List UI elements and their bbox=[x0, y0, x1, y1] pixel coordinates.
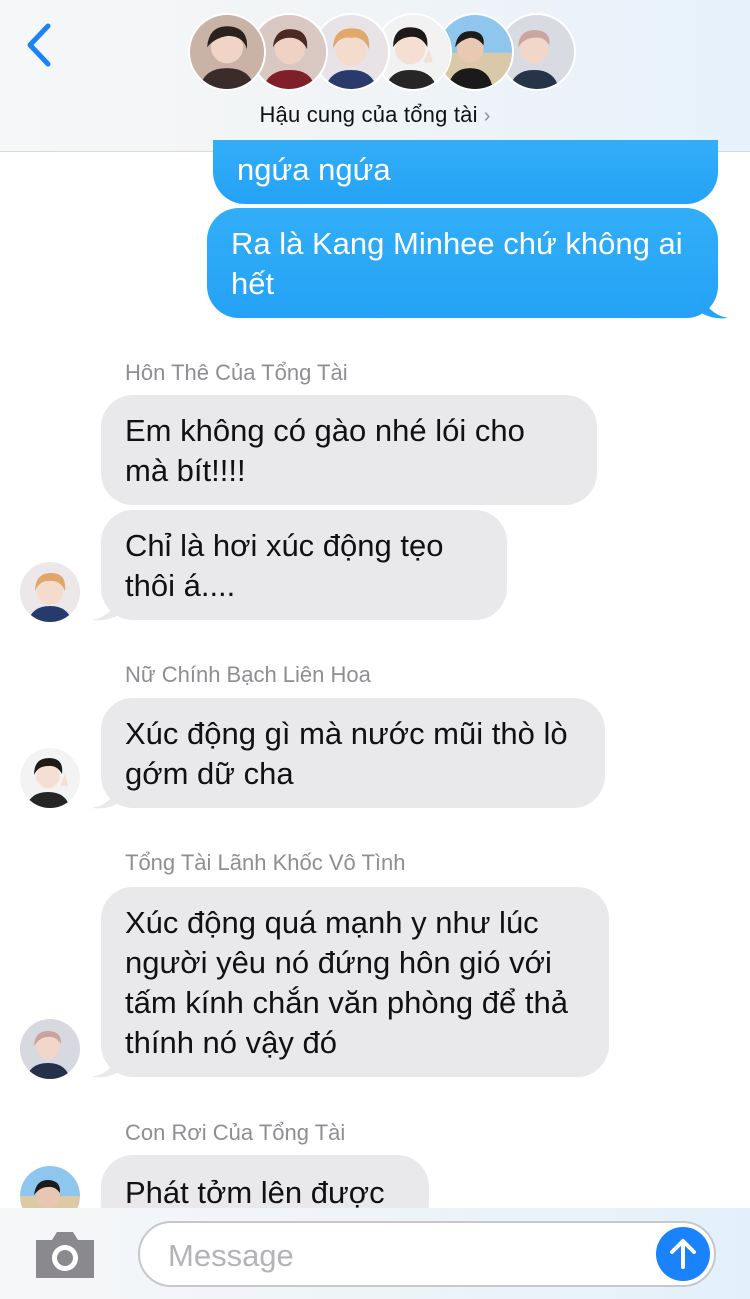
message-text: Xúc động gì mà nước mũi thò lò gớm dữ ch… bbox=[125, 716, 568, 791]
sender-name: Nữ Chính Bạch Liên Hoa bbox=[125, 662, 371, 687]
chevron-left-icon bbox=[27, 23, 51, 67]
message-bubble-incoming[interactable]: Em không có gào nhé lói cho mà bít!!!! bbox=[101, 395, 597, 505]
composer-bar: Message bbox=[0, 1208, 750, 1299]
sender-name: Tổng Tài Lãnh Khốc Vô Tình bbox=[125, 850, 406, 875]
message-text: Xúc động quá mạnh y như lúc người yêu nó… bbox=[125, 905, 568, 1060]
group-name[interactable]: Hậu cung của tổng tài › bbox=[0, 102, 750, 128]
message-input-placeholder: Message bbox=[168, 1238, 294, 1273]
back-button[interactable] bbox=[18, 20, 58, 70]
message-text: Ra là Kang Minhee chứ không ai hết bbox=[231, 226, 683, 301]
message-input[interactable]: Message bbox=[138, 1221, 716, 1287]
conversation-header: Hậu cung của tổng tài › bbox=[0, 0, 750, 152]
message-text: Chỉ là hơi xúc động tẹo thôi á.... bbox=[125, 528, 444, 603]
message-text: Em không có gào nhé lói cho mà bít!!!! bbox=[125, 413, 525, 488]
sender-avatar[interactable] bbox=[20, 562, 80, 622]
bubble-tail bbox=[92, 592, 120, 621]
send-button[interactable] bbox=[656, 1227, 710, 1281]
sender-avatar[interactable] bbox=[20, 748, 80, 808]
bubble-tail bbox=[700, 290, 728, 319]
sender-name: Hôn Thê Của Tổng Tài bbox=[125, 360, 348, 385]
sender-name: Con Rơi Của Tổng Tài bbox=[125, 1120, 346, 1145]
message-text: ngứa ngứa bbox=[237, 152, 391, 187]
sender-avatar[interactable] bbox=[20, 1019, 80, 1079]
bubble-tail bbox=[92, 1049, 120, 1078]
message-text: Phát tởm lên được bbox=[125, 1175, 385, 1210]
message-bubble-incoming[interactable]: Chỉ là hơi xúc động tẹo thôi á.... bbox=[101, 510, 507, 620]
chevron-right-icon: › bbox=[483, 105, 491, 127]
message-bubble-incoming[interactable]: Xúc động quá mạnh y như lúc người yêu nó… bbox=[101, 887, 609, 1077]
message-bubble-outgoing[interactable]: Ra là Kang Minhee chứ không ai hết bbox=[207, 208, 718, 318]
member-avatar bbox=[188, 13, 266, 91]
message-bubble-incoming[interactable]: Xúc động gì mà nước mũi thò lò gớm dữ ch… bbox=[101, 698, 605, 808]
bubble-tail bbox=[92, 780, 120, 809]
camera-button[interactable] bbox=[32, 1230, 98, 1280]
arrow-up-icon bbox=[670, 1239, 696, 1269]
group-name-label: Hậu cung của tổng tài bbox=[259, 102, 478, 127]
message-bubble-outgoing[interactable]: ngứa ngứa bbox=[213, 140, 718, 204]
camera-icon bbox=[36, 1232, 94, 1278]
